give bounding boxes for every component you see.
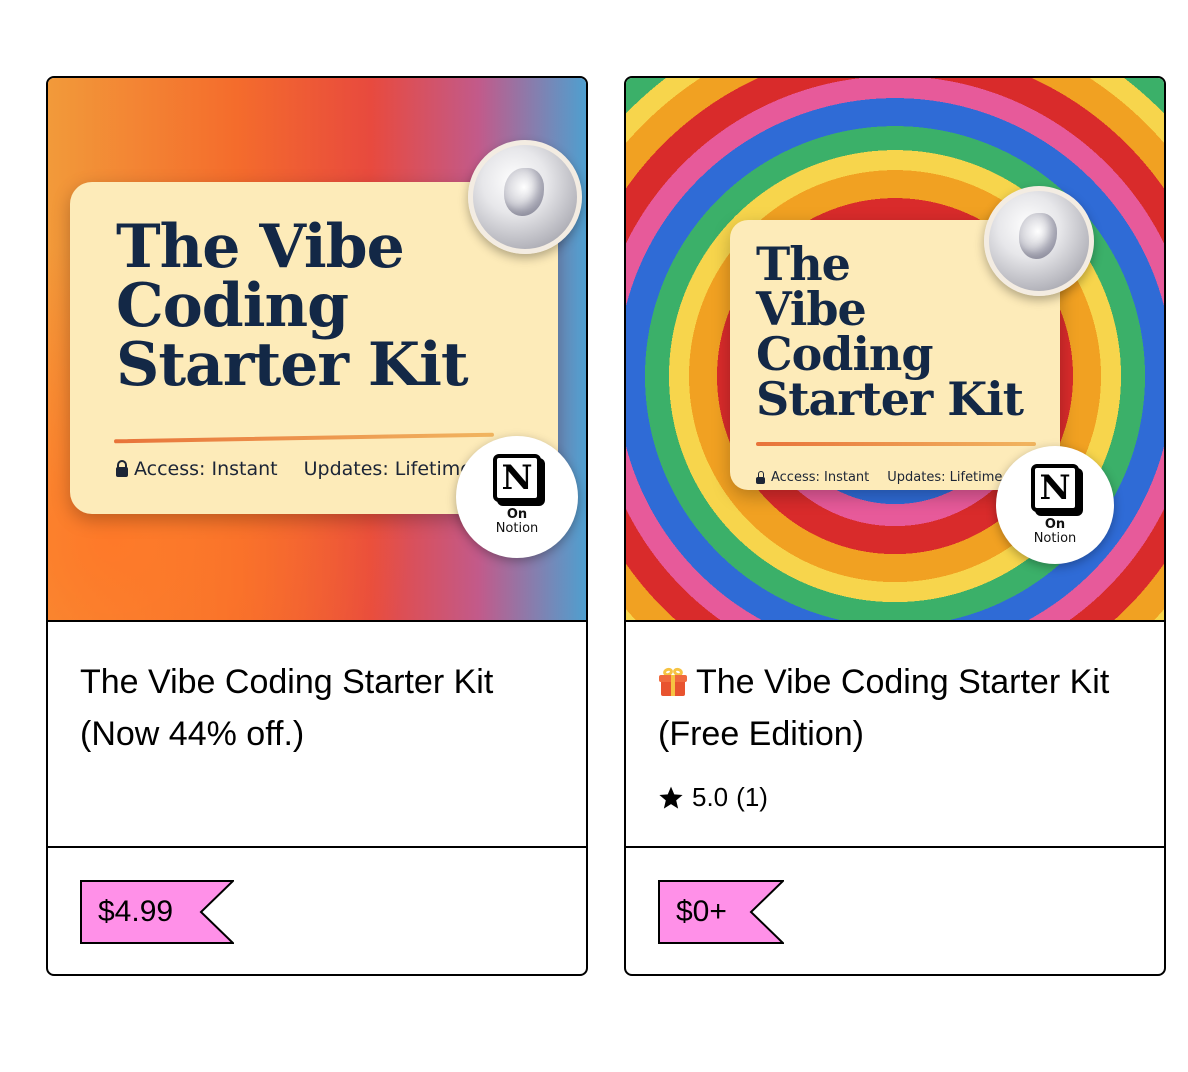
notion-badge-name: Notion <box>495 521 539 536</box>
product-card[interactable]: The Vibe Coding Starter Kit Access: Inst… <box>46 76 588 976</box>
price-row: $0+ <box>626 848 1164 974</box>
notion-badge-on: On <box>506 507 528 522</box>
product-thumbnail[interactable]: The Vibe Coding Starter Kit Access: Inst… <box>626 78 1164 622</box>
cover-title: The Vibe Coding Starter Kit <box>116 212 469 400</box>
lock-icon <box>116 467 128 477</box>
price-row: $4.99 <box>48 848 586 974</box>
cover-underline <box>756 442 1036 446</box>
product-thumbnail[interactable]: The Vibe Coding Starter Kit Access: Inst… <box>48 78 586 622</box>
cover-meta: Access: Instant Updates: Lifetime <box>756 470 1002 485</box>
notion-badge: N On Notion <box>456 436 578 558</box>
notion-badge: N On Notion <box>996 446 1114 564</box>
cover-updates: Updates: Lifetime <box>887 470 1003 485</box>
gift-icon <box>658 666 688 696</box>
cover-meta: Access: Instant Updates: Lifetime <box>116 458 472 480</box>
star-icon <box>659 786 683 809</box>
notion-icon: N <box>1031 464 1079 512</box>
price: $4.99 <box>98 895 174 928</box>
product-info: The Vibe Coding Starter Kit (Free Editio… <box>626 622 1164 848</box>
product-title-text[interactable]: The Vibe Coding Starter Kit (Free Editio… <box>658 663 1109 753</box>
cover-access: Access: Instant <box>134 458 278 480</box>
cover-updates: Updates: Lifetime <box>303 458 472 480</box>
cover-access: Access: Instant <box>771 470 870 485</box>
notion-icon: N <box>493 454 541 502</box>
rating: 5.0 (1) <box>658 782 1132 813</box>
product-card[interactable]: The Vibe Coding Starter Kit Access: Inst… <box>624 76 1166 976</box>
price-tag: $4.99 <box>80 880 234 944</box>
price-tag: $0+ <box>658 880 784 944</box>
notion-badge-on: On <box>1044 517 1066 532</box>
cover-underline <box>113 432 495 444</box>
product-title[interactable]: The Vibe Coding Starter Kit (Free Editio… <box>658 656 1132 760</box>
rating-score: 5.0 <box>692 782 729 812</box>
orb-logo-icon <box>984 186 1094 296</box>
product-title[interactable]: The Vibe Coding Starter Kit (Now 44% off… <box>80 656 554 760</box>
orb-logo-icon <box>468 140 582 254</box>
lock-icon <box>756 476 765 484</box>
product-info: The Vibe Coding Starter Kit (Now 44% off… <box>48 622 586 848</box>
price: $0+ <box>676 895 727 928</box>
rating-count: (1) <box>736 782 768 812</box>
product-title-text[interactable]: The Vibe Coding Starter Kit (Now 44% off… <box>80 663 493 753</box>
notion-badge-name: Notion <box>1033 531 1077 546</box>
